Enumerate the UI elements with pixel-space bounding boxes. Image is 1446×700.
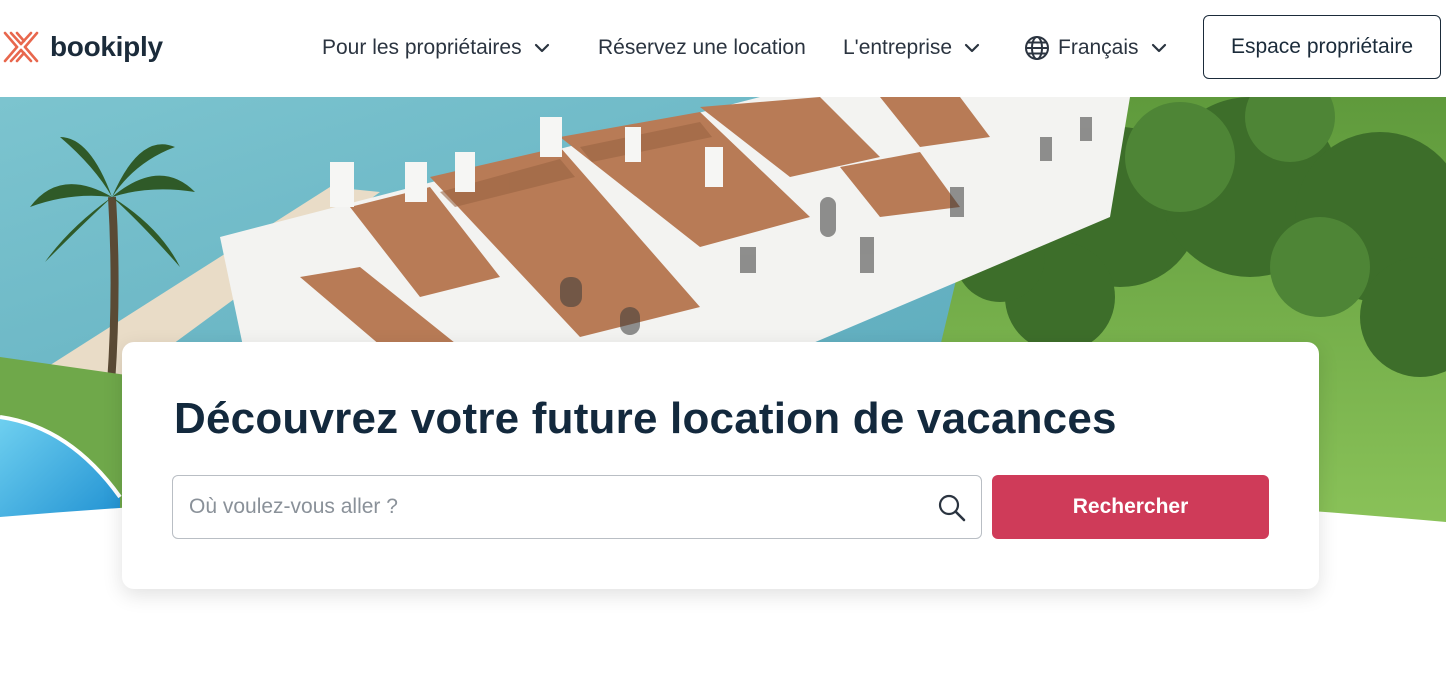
nav-owners-label: Pour les propriétaires bbox=[322, 36, 522, 59]
search-card: Découvrez votre future location de vacan… bbox=[122, 342, 1319, 589]
search-button[interactable]: Rechercher bbox=[992, 475, 1269, 539]
owner-space-button[interactable]: Espace propriétaire bbox=[1203, 15, 1441, 79]
destination-search-box[interactable] bbox=[172, 475, 982, 539]
bookiply-logo-icon bbox=[3, 31, 39, 63]
nav-book-link[interactable]: Réservez une location bbox=[598, 28, 806, 68]
globe-icon bbox=[1025, 36, 1049, 60]
language-selector[interactable]: Français bbox=[1024, 28, 1167, 68]
nav-owners-dropdown[interactable]: Pour les propriétaires bbox=[322, 28, 550, 68]
chevron-down-icon bbox=[1151, 43, 1166, 53]
destination-search-input[interactable] bbox=[173, 476, 981, 538]
nav-company-dropdown[interactable]: L'entreprise bbox=[843, 28, 980, 68]
brand-logo[interactable]: bookiply bbox=[0, 27, 163, 67]
hero-headline: Découvrez votre future location de vacan… bbox=[174, 394, 1117, 443]
site-header: bookiply Pour les propriétaires Réservez… bbox=[0, 0, 1446, 97]
language-label: Français bbox=[1058, 36, 1139, 59]
nav-company-label: L'entreprise bbox=[843, 36, 953, 59]
nav-book-label: Réservez une location bbox=[598, 36, 806, 59]
chevron-down-icon bbox=[964, 43, 980, 53]
brand-name: bookiply bbox=[50, 31, 163, 62]
search-icon[interactable] bbox=[937, 493, 967, 523]
chevron-down-icon bbox=[534, 43, 549, 53]
